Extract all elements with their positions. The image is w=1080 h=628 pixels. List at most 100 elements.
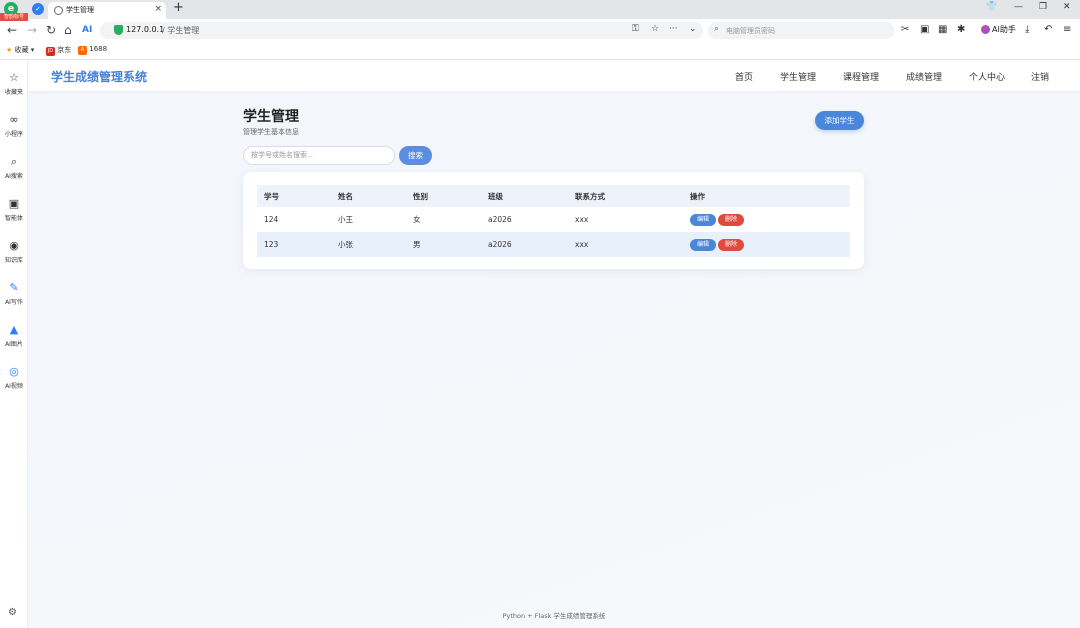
ai-helper-label: AI助手 — [992, 25, 1016, 34]
bookmark-favorites[interactable]: ★ 收藏 ▾ — [6, 45, 34, 55]
ai-extension-icon[interactable]: AI — [82, 25, 92, 35]
bookmark-jd[interactable]: JD 京东 — [46, 45, 71, 56]
sidebar-item-label: 知识库 — [4, 257, 23, 264]
nav-grades[interactable]: 成绩管理 — [906, 70, 942, 83]
table-header-row: 学号 姓名 性别 班级 联系方式 操作 — [257, 185, 850, 207]
search-icon: ⌕ — [714, 24, 720, 34]
table-row: 123 小张 男 a2026 xxx 编辑 删除 — [257, 232, 850, 257]
image-icon: ▲ — [9, 323, 19, 336]
cell-contact: xxx — [568, 232, 683, 257]
restore-icon[interactable]: ❐ — [1039, 2, 1047, 12]
search-button[interactable]: 搜索 — [399, 146, 432, 165]
sidebar-item-mini-program[interactable]: ∞ 小程序 — [0, 113, 28, 138]
student-table-card: 学号 姓名 性别 班级 联系方式 操作 124 小王 女 a2026 xxx 编… — [243, 172, 864, 269]
sidebar-item-label: 收藏夹 — [4, 89, 23, 96]
edit-button[interactable]: 编辑 — [690, 238, 716, 251]
more-icon[interactable]: ··· — [669, 24, 678, 34]
extension-puzzle-icon[interactable]: ✱ — [957, 24, 965, 35]
app-brand[interactable]: 学生成绩管理系统 — [51, 68, 147, 85]
column-header-actions: 操作 — [683, 185, 850, 207]
screen-icon[interactable]: ▣ — [920, 24, 929, 35]
shirt-icon[interactable]: 👕 — [986, 2, 997, 12]
bookmark-1688[interactable]: A 1688 — [78, 45, 107, 55]
cell-class: a2026 — [481, 232, 568, 257]
sidebar-item-ai-video[interactable]: ◎ AI视频 — [0, 365, 28, 390]
search-icon: ⌕ — [10, 155, 18, 168]
sidebar-item-ai-writing[interactable]: ✎ AI写作 — [0, 281, 28, 306]
nav-students[interactable]: 学生管理 — [780, 70, 816, 83]
page-subtitle: 管理学生基本信息 — [243, 128, 299, 136]
nav-logout[interactable]: 注销 — [1031, 70, 1049, 83]
menu-icon[interactable]: ≡ — [1063, 24, 1071, 35]
cell-name: 小王 — [331, 207, 406, 232]
cell-class: a2026 — [481, 207, 568, 232]
link-icon: ∞ — [9, 113, 19, 126]
scissors-icon[interactable]: ✂ — [901, 24, 909, 35]
cell-contact: xxx — [568, 207, 683, 232]
browser-search-box[interactable]: ⌕ 电脑管理员密码 — [708, 22, 894, 39]
browser-tab-bar: e 智韵标号 ✓ 学生管理 × + 👕 — ❐ ✕ — [0, 0, 1080, 21]
cell-id: 123 — [257, 232, 331, 257]
sidebar-item-label: 智能体 — [4, 215, 23, 222]
sidebar-item-ai-search[interactable]: ⌕ AI搜索 — [0, 155, 28, 180]
column-header-name: 姓名 — [331, 185, 406, 207]
location-icon: ◉ — [9, 239, 19, 252]
cell-gender: 女 — [406, 207, 481, 232]
url-bar[interactable]: 127.0.0.1 / 学生管理 ⚿ ☆ ··· ⌄ — [100, 22, 703, 39]
chevron-down-icon[interactable]: ⌄ — [689, 24, 697, 34]
active-tab[interactable]: 学生管理 × — [48, 2, 166, 19]
bookmark-label: 收藏 — [14, 46, 29, 54]
sidebar-item-label: AI搜索 — [5, 173, 23, 180]
cell-id: 124 — [257, 207, 331, 232]
bookmark-star-icon[interactable]: ☆ — [651, 24, 659, 34]
column-header-contact: 联系方式 — [568, 185, 683, 207]
sidebar-item-label: AI写作 — [5, 299, 23, 306]
table-row: 124 小王 女 a2026 xxx 编辑 删除 — [257, 207, 850, 232]
jd-logo-icon: JD — [46, 47, 55, 56]
minimize-icon[interactable]: — — [1014, 2, 1023, 12]
security-shield-icon — [114, 25, 123, 35]
search-input[interactable] — [243, 146, 395, 165]
pinned-tab-icon[interactable]: ✓ — [32, 3, 44, 15]
undo-icon[interactable]: ↶ — [1044, 24, 1052, 35]
sidebar-item-favorites[interactable]: ☆ 收藏夹 — [0, 71, 28, 96]
sidebar-item-knowledge-base[interactable]: ◉ 知识库 — [0, 239, 28, 264]
translate-icon[interactable]: ▦ — [938, 24, 947, 35]
new-tab-button[interactable]: + — [173, 0, 184, 15]
delete-button[interactable]: 删除 — [718, 238, 744, 251]
bookmark-label: 京东 — [57, 46, 72, 54]
nav-home[interactable]: 首页 — [735, 70, 753, 83]
cell-name: 小张 — [331, 232, 406, 257]
key-icon[interactable]: ⚿ — [632, 24, 639, 34]
cell-actions: 编辑 删除 — [683, 232, 850, 257]
tab-close-icon[interactable]: × — [154, 4, 162, 14]
column-header-id: 学号 — [257, 185, 331, 207]
reload-icon[interactable]: ↻ — [46, 23, 56, 37]
sidebar-item-label: 小程序 — [4, 131, 23, 138]
add-student-button[interactable]: 添加学生 — [815, 111, 864, 130]
home-icon[interactable]: ⌂ — [64, 23, 72, 37]
cell-gender: 男 — [406, 232, 481, 257]
ai-helper-button[interactable]: AI助手 — [981, 24, 1016, 35]
delete-button[interactable]: 删除 — [718, 213, 744, 226]
edit-button[interactable]: 编辑 — [690, 213, 716, 226]
back-icon[interactable]: ← — [7, 23, 17, 37]
bookmarks-bar: ★ 收藏 ▾ JD 京东 A 1688 — [0, 42, 1080, 60]
page-footer: Python + Flask 学生成绩管理系统 — [502, 612, 606, 620]
url-path: / 学生管理 — [162, 26, 200, 35]
nav-courses[interactable]: 课程管理 — [843, 70, 879, 83]
tab-title: 学生管理 — [66, 6, 94, 14]
download-icon[interactable]: ⤓ — [1025, 24, 1029, 35]
url-host: 127.0.0.1 — [126, 25, 165, 34]
robot-icon: ▣ — [8, 197, 20, 210]
close-window-icon[interactable]: ✕ — [1063, 2, 1071, 12]
video-icon: ◎ — [9, 365, 19, 378]
sidebar-item-ai-image[interactable]: ▲ AI图片 — [0, 323, 28, 348]
sidebar-item-agent[interactable]: ▣ 智能体 — [0, 197, 28, 222]
nav-profile[interactable]: 个人中心 — [969, 70, 1005, 83]
gear-icon[interactable]: ⚙ — [8, 607, 17, 618]
forward-icon[interactable]: → — [27, 23, 37, 37]
cell-actions: 编辑 删除 — [683, 207, 850, 232]
star-icon: ☆ — [9, 71, 19, 84]
pencil-icon: ✎ — [9, 281, 19, 294]
